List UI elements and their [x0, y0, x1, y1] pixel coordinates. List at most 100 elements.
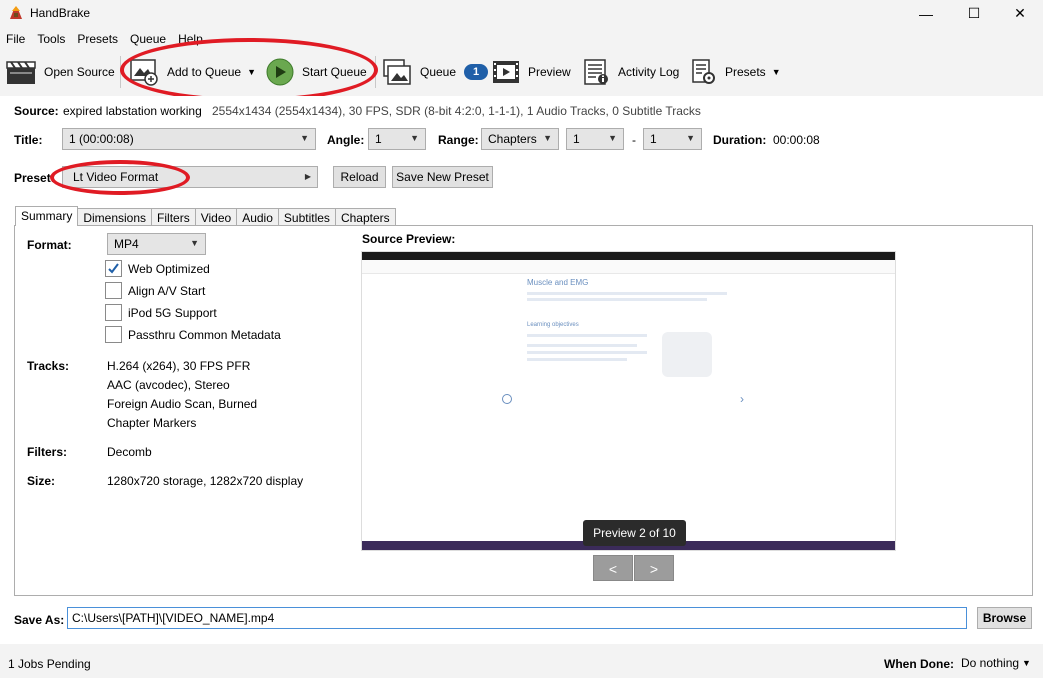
tab-filters[interactable]: Filters [151, 208, 196, 226]
menu-tools[interactable]: Tools [31, 30, 71, 50]
range-start-value: 1 [573, 132, 580, 146]
align-av-checkbox[interactable] [105, 282, 122, 299]
track-item: Foreign Audio Scan, Burned [107, 397, 258, 411]
chevron-down-icon: ▼ [190, 238, 199, 248]
open-source-button[interactable]: Open Source [6, 55, 115, 89]
handbrake-logo-icon [10, 6, 22, 19]
jobs-pending: 1 Jobs Pending [8, 657, 91, 671]
presets-button[interactable]: Presets ▼ [691, 55, 781, 89]
range-start-select[interactable]: 1 ▼ [566, 128, 624, 150]
preview-prev-button[interactable]: < [593, 555, 633, 581]
menu-file[interactable]: File [0, 30, 31, 50]
tab-summary[interactable]: Summary [15, 206, 79, 226]
title-select[interactable]: 1 (00:00:08) ▼ [62, 128, 316, 150]
tab-audio[interactable]: Audio [236, 208, 279, 226]
ipod-label: iPod 5G Support [128, 305, 217, 320]
preview-text-line [527, 298, 707, 301]
preview-text-line [527, 358, 627, 361]
format-select[interactable]: MP4 ▼ [107, 233, 206, 255]
range-end-select[interactable]: 1 ▼ [643, 128, 702, 150]
title-label: Title: [14, 133, 43, 147]
save-as-label: Save As: [14, 613, 65, 627]
tab-video[interactable]: Video [194, 208, 238, 226]
source-details: 2554x1434 (2554x1434), 30 FPS, SDR (8-bi… [212, 104, 701, 118]
queue-icon [383, 59, 411, 85]
activity-log-label: Activity Log [618, 65, 680, 79]
chevron-down-icon: ▼ [543, 133, 552, 143]
activity-log-button[interactable]: Activity Log [582, 55, 679, 89]
tab-bar: Summary Dimensions Filters Video Audio S… [15, 206, 396, 226]
range-type-value: Chapters [488, 132, 537, 146]
reload-button[interactable]: Reload [333, 166, 386, 188]
align-av-label: Align A/V Start [128, 283, 206, 298]
ipod-option[interactable]: iPod 5G Support [105, 304, 217, 321]
angle-select[interactable]: 1 ▼ [368, 128, 426, 150]
passthru-metadata-checkbox[interactable] [105, 326, 122, 343]
angle-label: Angle: [327, 133, 365, 147]
when-done-select[interactable]: Do nothing ▼ [961, 656, 1031, 670]
source-name: expired labstation working [63, 104, 202, 118]
activity-log-icon [584, 59, 608, 85]
preview-text-line [527, 344, 637, 347]
save-as-input[interactable]: C:\Users\[PATH]\[VIDEO_NAME].mp4 [67, 607, 967, 629]
preset-label: Preset: [14, 171, 55, 185]
chevron-down-icon: ▼ [686, 133, 695, 143]
chevron-down-icon[interactable]: ▼ [772, 67, 781, 77]
chevron-right-icon: ▶ [304, 172, 311, 181]
tab-subtitles[interactable]: Subtitles [277, 208, 336, 226]
track-item: H.264 (x264), 30 FPS PFR [107, 359, 251, 373]
chevron-down-icon: ▼ [608, 133, 617, 143]
chevron-down-icon: ▼ [300, 133, 309, 143]
queue-label: Queue [420, 65, 457, 79]
range-label: Range: [438, 133, 479, 147]
when-done-label: When Done: [884, 657, 954, 671]
checkmark-icon [108, 263, 119, 274]
passthru-metadata-option[interactable]: Passthru Common Metadata [105, 326, 281, 343]
queue-count-badge: 1 [464, 64, 489, 80]
browse-button[interactable]: Browse [977, 607, 1032, 629]
source-preview-label: Source Preview: [362, 232, 456, 246]
open-source-label: Open Source [44, 65, 115, 79]
presets-icon [692, 59, 715, 84]
preview-counter: Preview 2 of 10 [583, 520, 686, 546]
presets-label: Presets [725, 65, 766, 79]
title-bar: HandBrake — ☐ ✕ [0, 0, 1043, 27]
preview-text-line [527, 334, 647, 337]
size-value: 1280x720 storage, 1282x720 display [107, 474, 304, 488]
menu-presets[interactable]: Presets [71, 30, 124, 50]
preview-label: Preview [528, 65, 571, 79]
preview-button[interactable]: Preview [492, 55, 571, 89]
preview-text-line [527, 351, 647, 354]
range-type-select[interactable]: Chapters ▼ [481, 128, 559, 150]
minimize-button[interactable]: — [903, 0, 949, 27]
chevron-down-icon: ▼ [1022, 658, 1031, 668]
web-optimized-option[interactable]: Web Optimized [105, 260, 210, 277]
format-label: Format: [27, 238, 72, 252]
preview-next-button[interactable]: > [634, 555, 674, 581]
ipod-checkbox[interactable] [105, 304, 122, 321]
film-preview-icon [493, 61, 519, 83]
duration-label: Duration: [713, 133, 767, 147]
tab-dimensions[interactable]: Dimensions [77, 208, 153, 226]
range-end-value: 1 [650, 132, 657, 146]
minimize-icon: — [919, 5, 933, 22]
align-av-option[interactable]: Align A/V Start [105, 282, 205, 299]
close-button[interactable]: ✕ [997, 0, 1043, 27]
queue-button[interactable]: Queue 1 [382, 55, 489, 89]
maximize-button[interactable]: ☐ [951, 0, 997, 27]
preview-slide-next-icon: › [740, 392, 744, 406]
title-value: 1 (00:00:08) [69, 132, 134, 146]
save-new-preset-button[interactable]: Save New Preset [392, 166, 493, 188]
close-icon: ✕ [1014, 5, 1026, 21]
duration-value: 00:00:08 [773, 133, 820, 147]
web-optimized-label: Web Optimized [128, 261, 210, 276]
when-done-value: Do nothing [961, 656, 1020, 670]
preview-illustration [662, 332, 712, 377]
source-label: Source: [14, 104, 59, 118]
filters-value: Decomb [107, 445, 152, 459]
range-dash: - [632, 133, 636, 147]
preview-top-bar [362, 252, 895, 260]
tab-chapters[interactable]: Chapters [334, 208, 396, 226]
format-value: MP4 [114, 237, 139, 251]
web-optimized-checkbox[interactable] [105, 260, 122, 277]
